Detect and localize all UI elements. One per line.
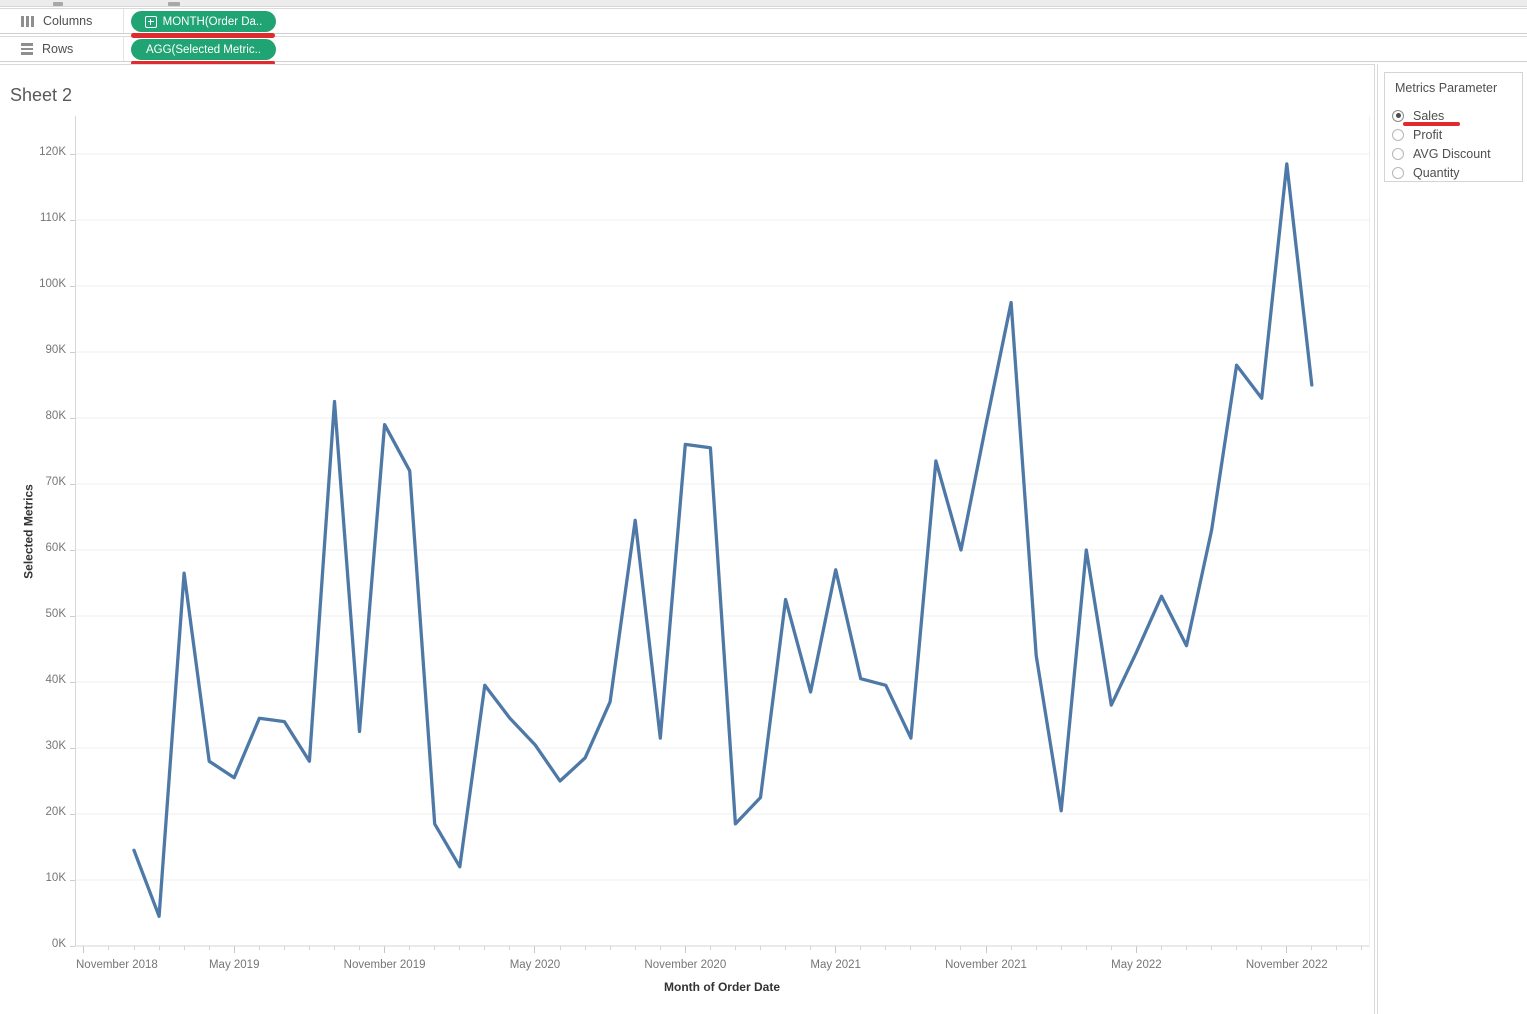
metrics-parameter-card: Metrics Parameter Sales Profit AVG Disco…: [1384, 72, 1523, 182]
y-tick-label: 110K: [39, 212, 66, 224]
x-axis-tick: [684, 946, 686, 953]
x-axis-tick: [1286, 946, 1288, 953]
columns-pill-label: MONTH(Order Da..: [162, 15, 263, 28]
x-axis-tick: [233, 946, 235, 953]
radio-option-label: Sales: [1413, 108, 1445, 123]
x-axis-tick: [985, 946, 987, 953]
radio-option-profit[interactable]: Profit: [1392, 125, 1442, 144]
plot-area: [75, 116, 1370, 947]
metrics-parameter-title: Metrics Parameter: [1395, 81, 1498, 95]
rows-shelf-label-cell: Rows: [0, 37, 124, 61]
radio-option-label: Profit: [1413, 127, 1443, 142]
y-tick-label: 0K: [51, 938, 66, 950]
toolbar-remnant-strip: [0, 0, 1527, 7]
toolbar-remnant-mark: [168, 2, 180, 6]
x-tick-label: May 2020: [509, 959, 561, 971]
parameter-sidebar: Metrics Parameter Sales Profit AVG Disco…: [1377, 64, 1527, 1014]
columns-pill-underline-annotation: [131, 33, 275, 38]
columns-icon: [21, 15, 34, 27]
rows-shelf-label: Rows: [42, 42, 74, 56]
x-tick-label: May 2019: [208, 959, 260, 971]
x-axis-title: Month of Order Date: [664, 980, 780, 994]
radio-unselected-icon[interactable]: [1392, 166, 1404, 179]
x-tick-label: November 2019: [343, 959, 426, 971]
toolbar-remnant-mark: [53, 2, 63, 6]
radio-option-label: AVG Discount: [1413, 146, 1491, 161]
radio-unselected-icon[interactable]: [1392, 147, 1404, 160]
y-tick-label: 60K: [45, 542, 66, 554]
x-axis-tick: [384, 946, 386, 953]
rows-icon: [21, 43, 33, 55]
y-tick-label: 100K: [39, 278, 66, 290]
rows-pill-label: AGG(Selected Metric..: [145, 43, 262, 56]
rows-shelf[interactable]: Rows AGG(Selected Metric..: [0, 36, 1527, 62]
columns-shelf-label: Columns: [43, 14, 93, 28]
x-axis-tick: [1135, 946, 1137, 953]
y-tick-label: 120K: [39, 146, 66, 158]
x-axis-tick: [835, 946, 837, 953]
x-tick-label: November 2021: [945, 959, 1027, 971]
x-axis-tick: [534, 946, 536, 953]
x-tick-label: May 2021: [810, 959, 861, 971]
y-tick-label: 80K: [45, 410, 66, 422]
radio-selected-icon[interactable]: [1392, 109, 1404, 122]
x-axis-tick: [83, 946, 85, 953]
y-tick-label: 70K: [45, 476, 66, 488]
y-tick-label: 40K: [45, 674, 66, 686]
sheet-title: Sheet 2: [10, 85, 73, 105]
x-tick-label: November 2020: [644, 959, 727, 971]
y-tick-label: 50K: [45, 608, 66, 620]
radio-option-label: Quantity: [1413, 165, 1460, 180]
y-tick-label: 10K: [45, 872, 66, 884]
worksheet: Sheet 2 Selected Metrics Month of Order …: [0, 64, 1375, 1014]
columns-shelf[interactable]: Columns MONTH(Order Da..: [0, 8, 1527, 34]
x-tick-label: May 2022: [1111, 959, 1162, 971]
y-tick-label: 20K: [45, 806, 66, 818]
columns-shelf-label-cell: Columns: [0, 9, 124, 33]
radio-option-avg-discount[interactable]: AVG Discount: [1392, 144, 1491, 163]
x-tick-label: November 2022: [1245, 959, 1328, 971]
expand-plus-icon[interactable]: [144, 15, 157, 28]
sales-line-mark[interactable]: [132, 162, 1314, 918]
y-tick-label: 90K: [45, 344, 66, 356]
rows-pill[interactable]: AGG(Selected Metric..: [131, 39, 276, 60]
radio-option-quantity[interactable]: Quantity: [1392, 163, 1460, 182]
y-tick-label: 30K: [45, 740, 66, 752]
radio-unselected-icon[interactable]: [1392, 128, 1404, 141]
columns-pill[interactable]: MONTH(Order Da..: [131, 11, 276, 32]
